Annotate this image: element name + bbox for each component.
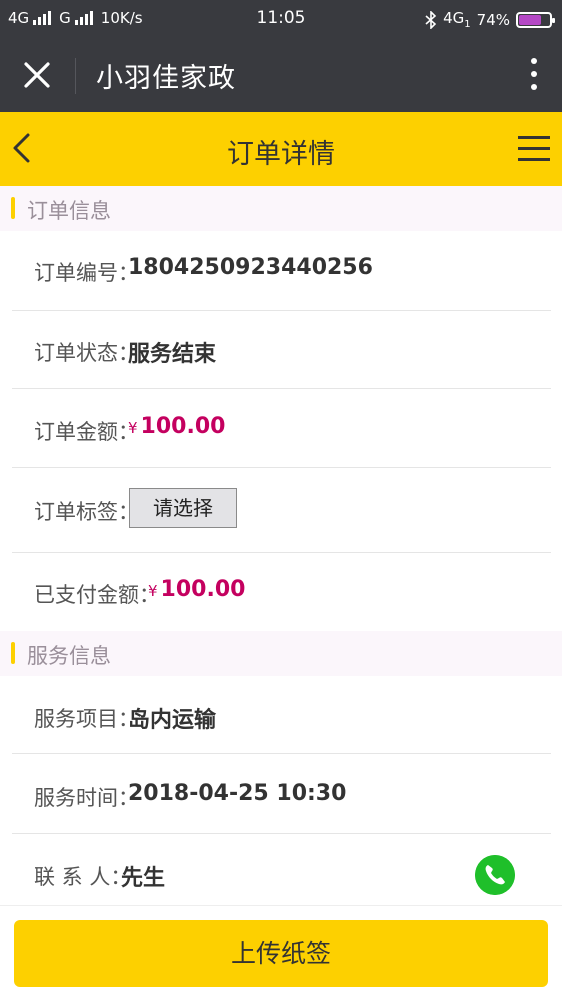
paid-amount-row: 已支付金额： ¥100.00 (12, 553, 551, 625)
section-marker (11, 642, 15, 664)
upload-paper-sign-button[interactable]: 上传纸签 (14, 920, 548, 987)
app-title: 小羽佳家政 (96, 63, 236, 94)
service-item-value: 岛内运输 (128, 708, 217, 733)
currency-symbol: ¥ (128, 419, 138, 437)
contact-row: 联 系 人： 先生 (12, 834, 551, 905)
order-number-value: 1804250923440256 (128, 255, 373, 280)
contact-label: 联 系 人： (34, 865, 132, 889)
phone-icon[interactable] (475, 855, 515, 895)
battery-icon (516, 11, 555, 28)
paid-amount-label: 已支付金额： (34, 583, 160, 607)
currency-symbol: ¥ (148, 582, 158, 600)
title-divider (75, 58, 76, 94)
battery-fill (519, 14, 542, 25)
service-time-value: 2018-04-25 10:30 (128, 781, 347, 806)
status-right: 4G1 74% (425, 9, 555, 30)
order-amount-row: 订单金额： ¥100.00 (12, 389, 551, 468)
section-title: 订单信息 (27, 199, 111, 223)
page-title: 订单详情 (227, 139, 335, 170)
section-header-service: 服务信息 (0, 631, 562, 676)
menu-icon[interactable] (518, 136, 550, 164)
network-label-3-text: 4G (443, 9, 465, 27)
network-label-3-sub: 1 (464, 19, 471, 30)
order-amount-label: 订单金额： (34, 420, 139, 444)
page-header: 订单详情 (0, 112, 562, 186)
order-amount-value: ¥100.00 (128, 414, 225, 439)
wechat-title-bar: 小羽佳家政 (0, 38, 562, 112)
order-status-row: 订单状态： 服务结束 (12, 311, 551, 389)
battery-percent: 74% (476, 10, 510, 29)
service-time-label: 服务时间： (34, 786, 139, 810)
section-title: 服务信息 (27, 644, 111, 668)
section-marker (11, 197, 15, 219)
network-label-3: 4G1 (443, 9, 471, 30)
order-tag-row: 订单标签： 请选择 (12, 468, 551, 553)
order-number-label: 订单编号： (34, 261, 139, 285)
service-item-label: 服务项目： (34, 707, 139, 731)
status-bar: 4G G 10K/s 11:05 4G1 74% (0, 0, 562, 38)
service-item-row: 服务项目： 岛内运输 (12, 676, 551, 754)
footer-bar: 上传纸签 (0, 905, 562, 1000)
close-icon[interactable] (18, 56, 58, 96)
contact-value: 先生 (121, 866, 166, 891)
order-status-value: 服务结束 (128, 342, 217, 367)
more-vertical-icon[interactable] (530, 58, 538, 94)
order-tag-label: 订单标签： (34, 500, 139, 524)
paid-amount-value: ¥100.00 (148, 577, 245, 602)
order-amount-number: 100.00 (140, 414, 226, 439)
section-header-order: 订单信息 (0, 186, 562, 231)
order-number-row: 订单编号： 1804250923440256 (12, 231, 551, 311)
order-tag-select[interactable]: 请选择 (129, 488, 237, 528)
order-status-label: 订单状态： (34, 341, 139, 365)
bluetooth-icon (425, 10, 437, 29)
paid-amount-number: 100.00 (160, 577, 246, 602)
service-time-row: 服务时间： 2018-04-25 10:30 (12, 754, 551, 834)
